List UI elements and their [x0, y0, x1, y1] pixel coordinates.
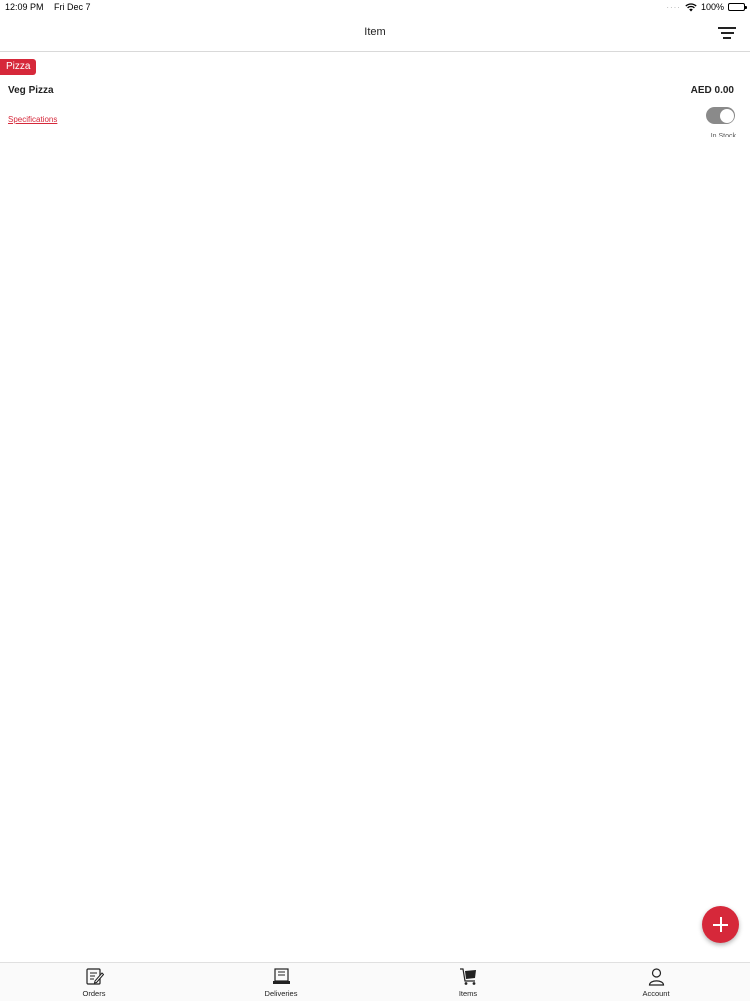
signal-dots-icon: ····	[666, 2, 681, 12]
battery-percent: 100%	[700, 2, 724, 12]
page-title: Item	[364, 26, 386, 38]
tab-items[interactable]: Items	[428, 963, 508, 1001]
tab-items-label: Items	[458, 989, 478, 998]
status-date: Fri Dec 7	[54, 2, 91, 12]
status-bar: 12:09 PM Fri Dec 7 ···· 100%	[0, 0, 750, 16]
toggle-knob	[719, 108, 734, 123]
nav-bar: Item	[0, 16, 750, 52]
plus-icon	[702, 906, 739, 943]
specifications-link[interactable]: Specifications	[8, 115, 57, 124]
tab-orders[interactable]: Orders	[54, 963, 134, 1001]
item-price: AED 0.00	[690, 85, 734, 96]
status-time: 12:09 PM	[5, 2, 44, 12]
tab-account[interactable]: Account	[616, 963, 696, 1001]
in-stock-toggle[interactable]	[706, 107, 735, 124]
item-name: Veg Pizza	[8, 85, 54, 96]
tab-bar: Orders Deliveries Items Account	[0, 962, 750, 1001]
wifi-icon	[685, 2, 697, 11]
account-icon	[648, 968, 664, 986]
stock-status-label: In Stock	[710, 133, 736, 137]
add-item-button[interactable]	[702, 906, 739, 943]
status-right: ···· 100%	[666, 2, 747, 12]
status-left: 12:09 PM Fri Dec 7	[5, 2, 91, 12]
items-cart-icon	[459, 968, 476, 985]
deliveries-icon	[272, 968, 290, 984]
tab-deliveries[interactable]: Deliveries	[241, 963, 321, 1001]
tab-orders-label: Orders	[82, 989, 106, 998]
tab-deliveries-label: Deliveries	[264, 989, 298, 998]
tab-account-label: Account	[642, 989, 670, 998]
battery-icon	[728, 3, 747, 11]
filter-icon[interactable]	[716, 25, 736, 41]
orders-icon	[85, 968, 104, 985]
category-badge: Pizza	[0, 59, 37, 75]
